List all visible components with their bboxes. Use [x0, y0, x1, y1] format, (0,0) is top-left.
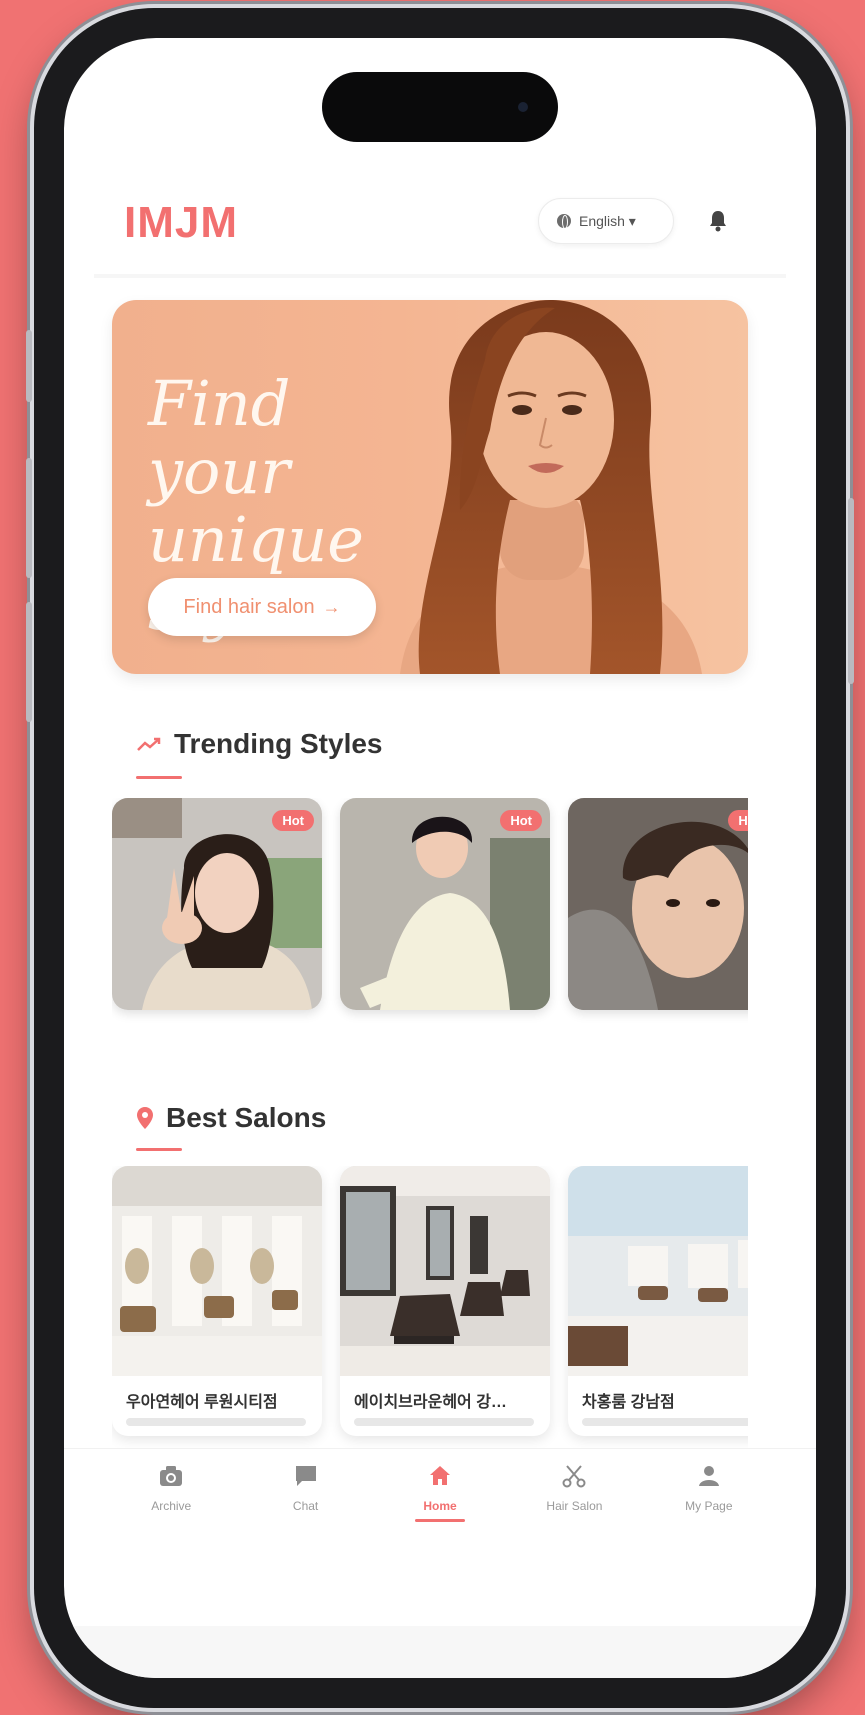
- salon-address-placeholder: [354, 1418, 534, 1426]
- find-hair-salon-button[interactable]: Find hair salon →: [148, 578, 376, 636]
- camera-icon: [160, 1466, 183, 1486]
- person-icon: [698, 1466, 719, 1486]
- language-selector[interactable]: English ▾: [538, 198, 674, 244]
- front-camera: [518, 102, 528, 112]
- nav-label: Hair Salon: [546, 1499, 603, 1513]
- scissors-icon: [562, 1465, 586, 1488]
- trending-style-card[interactable]: Hot: [568, 798, 748, 1010]
- trending-style-card[interactable]: Hot: [112, 798, 322, 1010]
- salon-name: 에이치브라운헤어 강…: [354, 1394, 507, 1411]
- trending-styles-heading: Trending Styles: [136, 728, 383, 760]
- hot-badge: Hot: [272, 810, 314, 831]
- nav-label: Archive: [151, 1499, 192, 1513]
- location-pin-icon: [137, 1107, 153, 1129]
- salon-photo: [568, 1166, 748, 1376]
- style-photo: [568, 798, 748, 1010]
- trending-style-card[interactable]: Hot: [340, 798, 550, 1010]
- chat-icon: [295, 1466, 316, 1486]
- home-indicator-area: [64, 1626, 816, 1678]
- app-logo[interactable]: IMJM: [124, 198, 238, 248]
- best-salons-heading: Best Salons: [136, 1102, 326, 1134]
- volume-up-button: [26, 458, 32, 578]
- hot-badge: Hot: [500, 810, 542, 831]
- nav-my-page[interactable]: My Page: [642, 1449, 776, 1548]
- find-hair-salon-label: Find hair salon: [183, 595, 315, 618]
- salon-name: 차홍룸 강남점: [582, 1394, 675, 1411]
- banner-title-line1: Find your: [148, 367, 291, 508]
- best-salons-title: Best Salons: [166, 1102, 327, 1133]
- globe-icon: [557, 214, 571, 229]
- trending-underline: [136, 776, 182, 779]
- salon-card[interactable]: 차홍룸 강남점: [568, 1166, 748, 1436]
- salon-address-placeholder: [582, 1418, 748, 1426]
- salon-card[interactable]: 에이치브라운헤어 강…: [340, 1166, 550, 1436]
- home-icon: [430, 1466, 451, 1485]
- bottom-nav: Archive Chat Home Hair Salon My Page: [64, 1448, 816, 1548]
- salon-photo: [340, 1166, 550, 1376]
- dynamic-island: [322, 72, 558, 142]
- trending-up-icon: [137, 737, 161, 751]
- salon-name: 우아연헤어 루원시티점: [126, 1394, 278, 1411]
- hero-banner[interactable]: Find your unique style Find hair salon →: [112, 300, 748, 674]
- trending-styles-carousel[interactable]: Hot Hot H: [112, 798, 748, 1028]
- arrow-right-icon: →: [322, 596, 341, 617]
- best-salons-carousel[interactable]: 우아연헤어 루원시티점 에이치브라운헤어 강… 차홍룸 강남점: [112, 1166, 748, 1448]
- nav-label: My Page: [685, 1499, 733, 1513]
- nav-hair-salon[interactable]: Hair Salon: [507, 1449, 641, 1548]
- app-screen: IMJM English ▾ Find your unique Find hai…: [64, 38, 816, 1678]
- salon-address-placeholder: [126, 1418, 306, 1426]
- volume-down-button: [26, 602, 32, 722]
- phone-frame: IMJM English ▾ Find your unique Find hai…: [26, 8, 854, 1708]
- power-button: [848, 498, 854, 684]
- nav-chat[interactable]: Chat: [238, 1449, 372, 1548]
- header-divider: [94, 274, 786, 278]
- salon-photo: [112, 1166, 322, 1376]
- nav-home[interactable]: Home: [373, 1449, 507, 1548]
- language-label: English ▾: [579, 212, 636, 229]
- nav-label: Home: [423, 1499, 457, 1513]
- app-header: IMJM English ▾: [64, 198, 816, 288]
- salon-card[interactable]: 우아연헤어 루원시티점: [112, 1166, 322, 1436]
- nav-archive[interactable]: Archive: [104, 1449, 238, 1548]
- hot-badge: Hot: [728, 810, 748, 831]
- bell-icon[interactable]: [708, 210, 728, 232]
- action-button: [26, 330, 32, 402]
- best-salons-underline: [136, 1148, 182, 1151]
- trending-styles-title: Trending Styles: [174, 728, 383, 759]
- nav-label: Chat: [292, 1499, 319, 1513]
